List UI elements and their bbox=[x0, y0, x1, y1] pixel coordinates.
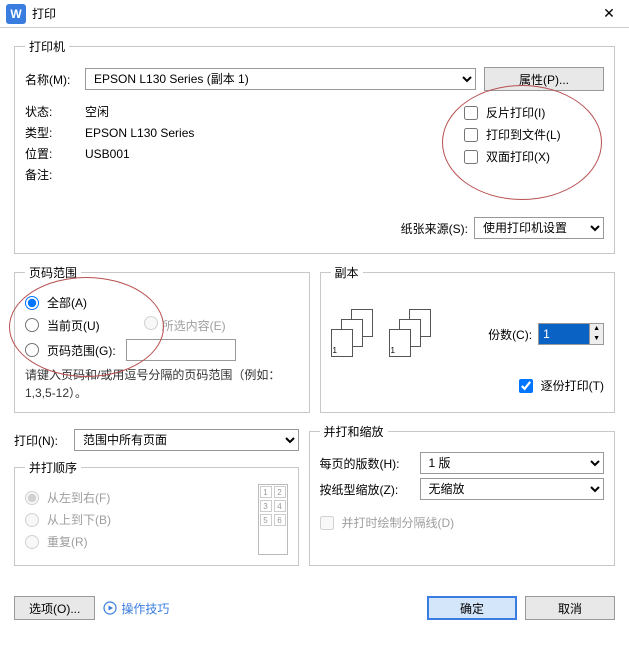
paper-source-label: 纸张来源(S): bbox=[401, 220, 468, 237]
draw-lines-checkbox bbox=[320, 516, 334, 530]
collate-preview-2: 3 2 1 bbox=[389, 309, 439, 359]
duplex-print-checkbox[interactable] bbox=[464, 150, 478, 164]
range-selection-label: 所选内容(E) bbox=[162, 319, 226, 333]
merge-order-group: 并打顺序 从左到右(F) 从上到下(B) 重复(R) 123456 bbox=[14, 459, 299, 566]
collate-preview-1: 3 2 1 bbox=[331, 309, 381, 359]
range-legend: 页码范围 bbox=[25, 264, 81, 281]
window-title: 打印 bbox=[32, 5, 589, 22]
order-preview: 123456 bbox=[258, 484, 288, 555]
printer-legend: 打印机 bbox=[25, 38, 69, 55]
range-pages-input[interactable] bbox=[126, 339, 236, 361]
order-ttb-radio bbox=[25, 513, 39, 527]
mirror-print-label: 反片打印(I) bbox=[486, 104, 545, 121]
range-group: 页码范围 全部(A) 当前页(U) 所选内容(E) 页码范围(G): 请键入页码… bbox=[14, 264, 310, 413]
pages-per-sheet-select[interactable]: 1 版 bbox=[420, 452, 605, 474]
range-all-label: 全部(A) bbox=[47, 294, 87, 311]
copies-group: 副本 3 2 1 3 2 1 份数(C): ▲▼ bbox=[320, 264, 616, 413]
notes-label: 备注: bbox=[25, 166, 85, 183]
status-label: 状态: bbox=[25, 103, 85, 120]
copies-count-input[interactable] bbox=[539, 324, 589, 344]
order-repeat-radio bbox=[25, 535, 39, 549]
range-pages-label: 页码范围(G): bbox=[47, 342, 116, 359]
scale-select[interactable]: 无缩放 bbox=[420, 478, 605, 500]
titlebar: W 打印 ✕ bbox=[0, 0, 629, 28]
type-label: 类型: bbox=[25, 124, 85, 141]
draw-lines-label: 并打时绘制分隔线(D) bbox=[342, 514, 455, 531]
duplex-print-label: 双面打印(X) bbox=[486, 148, 550, 165]
collate-label: 逐份打印(T) bbox=[541, 377, 604, 394]
mirror-print-checkbox[interactable] bbox=[464, 106, 478, 120]
copies-count-label: 份数(C): bbox=[488, 326, 532, 343]
print-to-file-checkbox[interactable] bbox=[464, 128, 478, 142]
order-ltr-label: 从左到右(F) bbox=[47, 489, 110, 506]
order-ttb-label: 从上到下(B) bbox=[47, 511, 111, 528]
print-what-select[interactable]: 范围中所有页面 bbox=[74, 429, 299, 451]
merge-scale-group: 并打和缩放 每页的版数(H): 1 版 按纸型缩放(Z): 无缩放 并打时绘制分… bbox=[309, 423, 616, 566]
range-selection-radio bbox=[144, 316, 158, 330]
play-icon bbox=[103, 601, 117, 615]
cancel-button[interactable]: 取消 bbox=[525, 596, 615, 620]
range-current-radio[interactable] bbox=[25, 318, 39, 332]
scale-label: 按纸型缩放(Z): bbox=[320, 481, 420, 498]
range-all-radio[interactable] bbox=[25, 296, 39, 310]
pages-per-sheet-label: 每页的版数(H): bbox=[320, 455, 420, 472]
footer: 选项(O)... 操作技巧 确定 取消 bbox=[0, 586, 629, 630]
merge-order-legend: 并打顺序 bbox=[25, 459, 81, 476]
ok-button[interactable]: 确定 bbox=[427, 596, 517, 620]
collate-checkbox[interactable] bbox=[519, 379, 533, 393]
printer-group: 打印机 名称(M): EPSON L130 Series (副本 1) 属性(P… bbox=[14, 38, 615, 254]
location-value: USB001 bbox=[85, 147, 130, 161]
status-value: 空闲 bbox=[85, 103, 109, 120]
location-label: 位置: bbox=[25, 145, 85, 162]
type-value: EPSON L130 Series bbox=[85, 126, 194, 140]
order-repeat-label: 重复(R) bbox=[47, 533, 88, 550]
copies-spinner[interactable]: ▲▼ bbox=[538, 323, 604, 345]
copies-legend: 副本 bbox=[331, 264, 363, 281]
options-button[interactable]: 选项(O)... bbox=[14, 596, 95, 620]
range-pages-radio[interactable] bbox=[25, 343, 39, 357]
close-button[interactable]: ✕ bbox=[589, 5, 629, 22]
printer-name-select[interactable]: EPSON L130 Series (副本 1) bbox=[85, 68, 476, 90]
order-ltr-radio bbox=[25, 491, 39, 505]
properties-button[interactable]: 属性(P)... bbox=[484, 67, 604, 91]
tips-link[interactable]: 操作技巧 bbox=[103, 600, 169, 617]
range-hint: 请键入页码和/或用逗号分隔的页码范围（例如：1,3,5-12）。 bbox=[25, 366, 299, 402]
merge-scale-legend: 并打和缩放 bbox=[320, 423, 388, 440]
app-icon: W bbox=[6, 4, 26, 24]
spinner-down[interactable]: ▼ bbox=[590, 334, 603, 344]
print-what-label: 打印(N): bbox=[14, 432, 74, 449]
range-current-label: 当前页(U) bbox=[47, 317, 100, 334]
name-label: 名称(M): bbox=[25, 71, 85, 88]
print-to-file-label: 打印到文件(L) bbox=[486, 126, 561, 143]
paper-source-select[interactable]: 使用打印机设置 bbox=[474, 217, 604, 239]
spinner-up[interactable]: ▲ bbox=[590, 324, 603, 334]
